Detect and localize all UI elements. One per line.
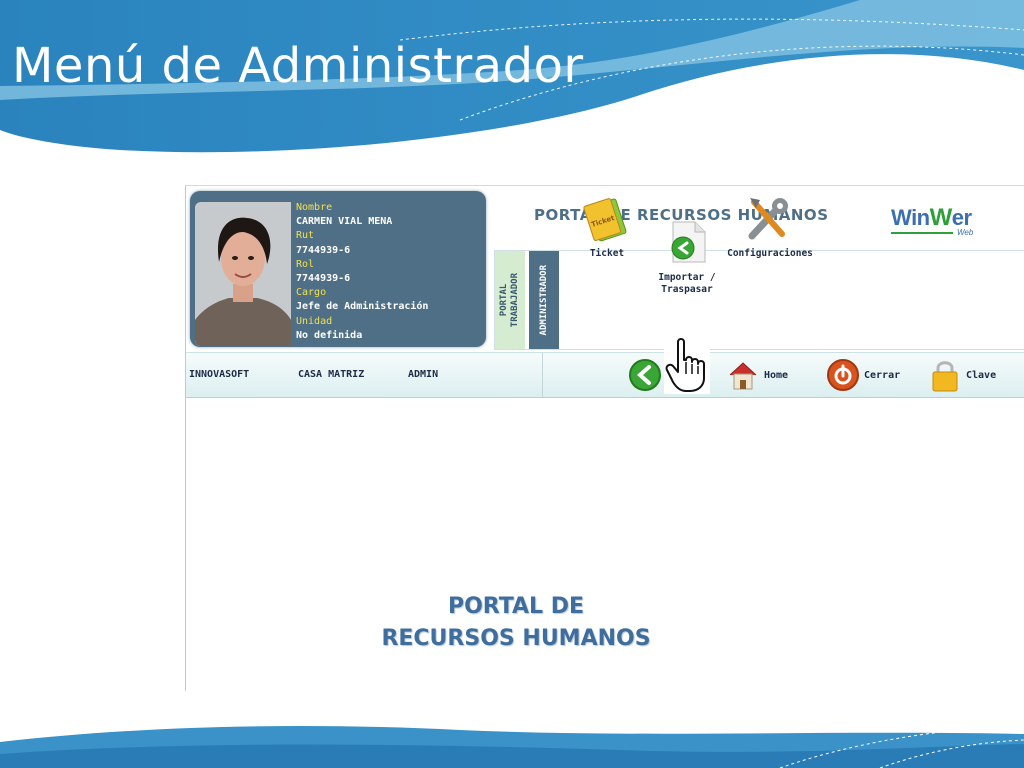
profile-label-nombre: Nombre bbox=[296, 202, 333, 213]
tab-administrador[interactable]: ADMINISTRADOR bbox=[529, 251, 559, 349]
menu-item-ticket[interactable]: Ticket Ticket bbox=[562, 192, 652, 260]
slide-title: Menú de Administrador bbox=[12, 38, 584, 94]
portal-screenshot: Nombre CARMEN VIAL MENA Rut 7744939-6 Ro… bbox=[185, 185, 1024, 691]
logo-text-win: Win bbox=[891, 205, 930, 230]
profile-value-rol: 7744939-6 bbox=[296, 273, 351, 285]
profile-label-rut: Rut bbox=[296, 230, 315, 242]
profile-label-unidad: Unidad bbox=[296, 315, 333, 327]
tab-administrador-label: ADMINISTRADOR bbox=[538, 264, 549, 336]
import-icon bbox=[659, 204, 715, 263]
close-button-label: Cerrar bbox=[864, 369, 901, 381]
profile-label-cargo: Cargo bbox=[296, 287, 327, 299]
profile-value-unidad: No definida bbox=[296, 329, 363, 341]
menu-item-config-label: Configuraciones bbox=[727, 248, 813, 259]
logo-text-w: W bbox=[929, 204, 953, 231]
home-button[interactable]: Home bbox=[726, 357, 788, 393]
menu-item-configuraciones[interactable]: Configuraciones bbox=[725, 192, 815, 260]
admin-menu-panel: PORTAL TRABAJADOR ADMINISTRADOR bbox=[494, 250, 1024, 350]
profile-label-rol: Rol bbox=[296, 258, 315, 270]
portal-toolbar: INNOVASOFT CASA MATRIZ ADMIN Home Cerrar… bbox=[186, 352, 1024, 398]
watermark-line-2: RECURSOS HUMANOS bbox=[381, 626, 651, 651]
power-icon bbox=[827, 359, 859, 391]
profile-value-nombre: CARMEN VIAL MENA bbox=[296, 216, 393, 228]
profile-value-cargo: Jefe de Administración bbox=[296, 301, 429, 313]
profile-value-rut: 7744939-6 bbox=[296, 244, 351, 256]
nav-link-admin[interactable]: ADMIN bbox=[408, 369, 438, 380]
logo-text-er: er bbox=[951, 205, 972, 230]
watermark-line-1: PORTAL DE bbox=[447, 594, 585, 619]
menu-item-ticket-label: Ticket bbox=[589, 248, 625, 259]
password-button[interactable]: Clave bbox=[928, 357, 996, 393]
toolbar-divider bbox=[542, 353, 543, 397]
back-button[interactable] bbox=[628, 357, 666, 393]
tools-icon bbox=[742, 192, 798, 244]
lock-icon bbox=[932, 361, 958, 392]
profile-info: Nombre CARMEN VIAL MENA Rut 7744939-6 Ro… bbox=[296, 201, 481, 343]
winper-logo: WinWer Web bbox=[891, 204, 979, 238]
ticket-icon: Ticket bbox=[579, 192, 635, 244]
nav-link-innovasoft[interactable]: INNOVASOFT bbox=[189, 369, 249, 380]
home-button-label: Home bbox=[764, 369, 789, 381]
logo-subtext: Web bbox=[957, 228, 974, 237]
hand-cursor-icon bbox=[664, 336, 710, 394]
menu-item-importar-traspasar[interactable]: Importar / Traspasar bbox=[642, 192, 732, 296]
close-button[interactable]: Cerrar bbox=[826, 357, 900, 393]
slide-footer-banner bbox=[0, 725, 1024, 768]
tab-portal-trabajador-label: PORTAL TRABAJADOR bbox=[499, 272, 520, 328]
password-button-label: Clave bbox=[966, 369, 997, 381]
logo-underline bbox=[891, 232, 953, 234]
portal-watermark: PORTAL DE RECURSOS HUMANOS bbox=[186, 591, 846, 655]
home-icon bbox=[729, 362, 757, 390]
menu-item-import-label: Importar / Traspasar bbox=[658, 272, 716, 295]
nav-link-casa-matriz[interactable]: CASA MATRIZ bbox=[298, 369, 364, 380]
profile-card: Nombre CARMEN VIAL MENA Rut 7744939-6 Ro… bbox=[190, 191, 486, 347]
tab-portal-trabajador[interactable]: PORTAL TRABAJADOR bbox=[495, 251, 525, 349]
employee-photo bbox=[195, 202, 291, 346]
back-arrow-icon bbox=[629, 359, 661, 391]
